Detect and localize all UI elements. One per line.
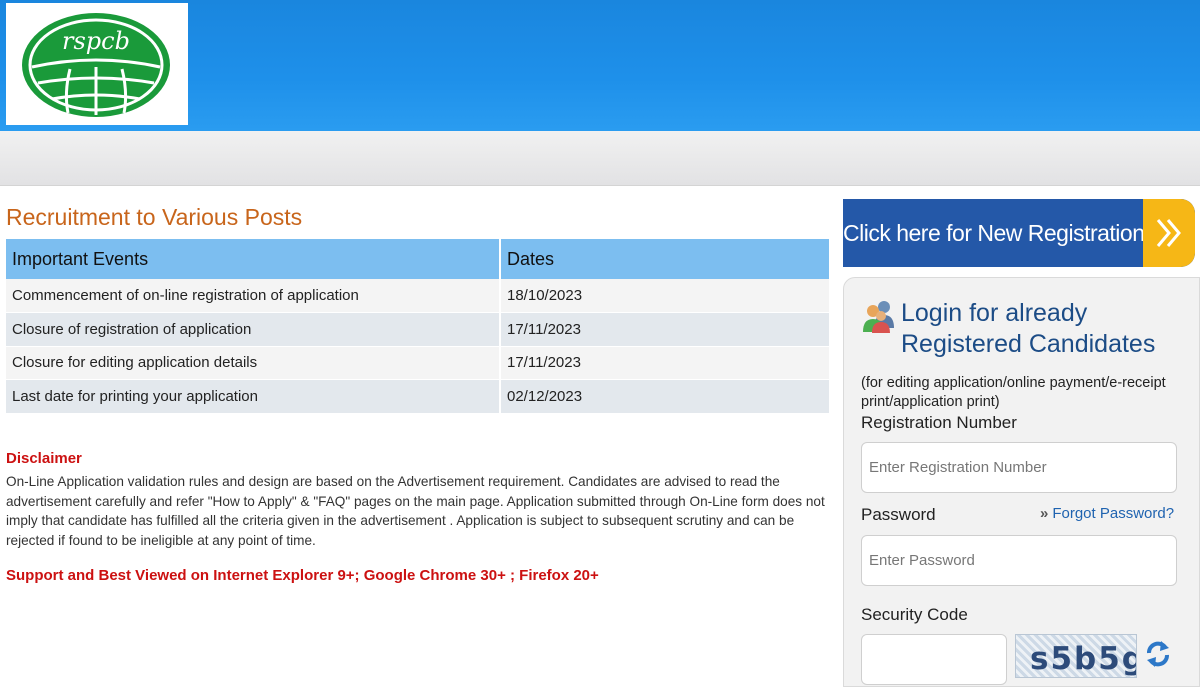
registration-number-input[interactable]: Enter Registration Number [861, 442, 1177, 493]
forgot-password-link[interactable]: » Forgot Password? [1040, 505, 1174, 522]
browser-support-note: Support and Best Viewed on Internet Expl… [6, 567, 599, 584]
new-registration-button[interactable]: Click here for New Registration [843, 199, 1195, 267]
table-row: Commencement of on-line registration of … [6, 279, 831, 313]
login-subtitle: (for editing application/online payment/… [861, 375, 1166, 410]
site-header: rspcb [0, 0, 1200, 131]
table-header-row: Important Events Dates [6, 239, 831, 279]
disclaimer-title: Disclaimer [6, 450, 82, 467]
event-cell: Closure for editing application details [6, 346, 501, 380]
event-cell: Commencement of on-line registration of … [6, 279, 501, 313]
forgot-password-label: Forgot Password? [1052, 505, 1175, 522]
important-events-table: Important Events Dates Commencement of o… [6, 239, 831, 414]
double-chevron-right-icon: » [1040, 505, 1049, 522]
column-header-dates: Dates [500, 239, 831, 279]
date-cell: 17/11/2023 [500, 346, 831, 380]
captcha-text: s5b5g [1030, 641, 1137, 677]
login-panel: Login for already Registered Candidates … [843, 277, 1200, 687]
rspcb-logo-icon: rspcb [22, 13, 170, 117]
disclaimer-text: On-Line Application validation rules and… [6, 474, 825, 548]
page-title: Recruitment to Various Posts [6, 204, 303, 230]
captcha-image: s5b5g [1015, 634, 1137, 678]
users-icon [862, 298, 896, 339]
security-code-label: Security Code [861, 605, 968, 624]
table-row: Last date for printing your application … [6, 379, 831, 414]
nav-bar [0, 131, 1200, 186]
table-row: Closure of registration of application 1… [6, 312, 831, 347]
table-row: Closure for editing application details … [6, 346, 831, 380]
logo-text: rspcb [62, 27, 130, 55]
double-chevron-right-icon [1143, 199, 1195, 267]
logo[interactable]: rspcb [6, 3, 188, 125]
password-label: Password [861, 505, 936, 524]
registration-number-label: Registration Number [861, 413, 1017, 432]
event-cell: Closure of registration of application [6, 312, 501, 347]
date-cell: 02/12/2023 [500, 379, 831, 414]
login-title: Login for already Registered Candidates [901, 299, 1156, 358]
column-header-events: Important Events [6, 239, 501, 279]
date-cell: 17/11/2023 [500, 312, 831, 347]
refresh-icon[interactable] [1145, 639, 1171, 674]
new-registration-label: Click here for New Registration [843, 220, 1145, 246]
security-code-input[interactable] [861, 634, 1007, 685]
event-cell: Last date for printing your application [6, 379, 501, 414]
password-input[interactable]: Enter Password [861, 535, 1177, 586]
date-cell: 18/10/2023 [500, 279, 831, 313]
